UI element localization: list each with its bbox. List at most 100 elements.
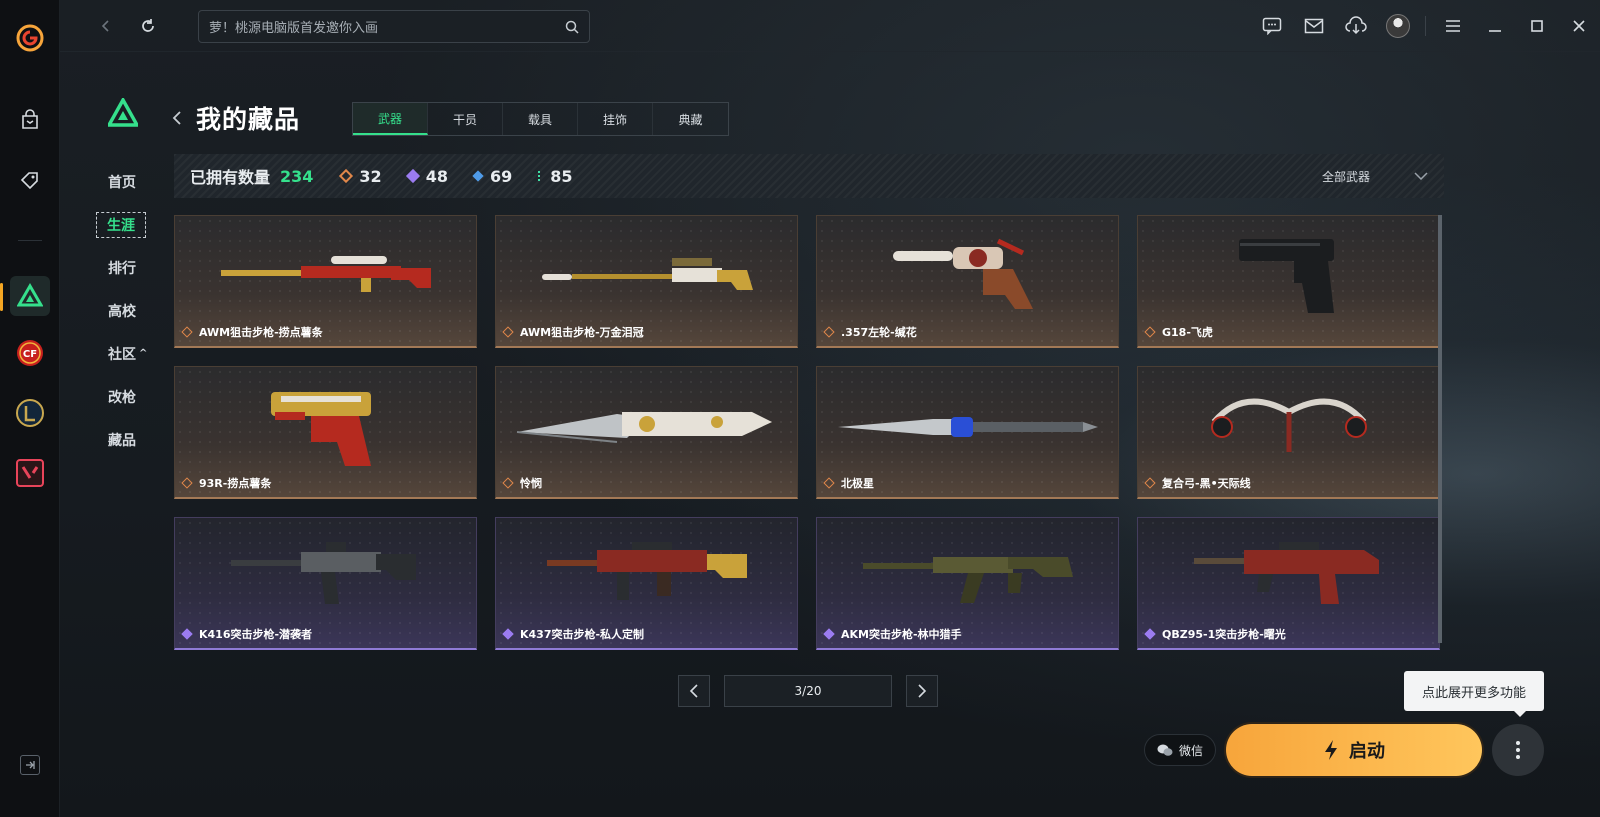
owned-label: 已拥有数量 bbox=[190, 168, 271, 187]
back-icon[interactable] bbox=[94, 14, 118, 38]
close-icon[interactable] bbox=[1558, 0, 1600, 52]
chevron-right-icon bbox=[918, 684, 927, 698]
tag-icon[interactable] bbox=[10, 160, 50, 200]
lightning-icon bbox=[1325, 740, 1337, 760]
item-card[interactable]: 复合弓-黑•天际线 bbox=[1137, 366, 1440, 499]
item-card[interactable]: AKM突击步枪-林中猎手 bbox=[816, 517, 1119, 650]
item-card[interactable]: QBZ95-1突击步枪-曙光 bbox=[1137, 517, 1440, 650]
orange-diamond-icon bbox=[502, 477, 514, 489]
tier-blue-count: 69 bbox=[472, 167, 512, 186]
refresh-icon[interactable] bbox=[136, 14, 160, 38]
item-caption: 怜悯 bbox=[502, 475, 542, 491]
download-icon[interactable] bbox=[1335, 0, 1377, 52]
game-lol-icon[interactable] bbox=[10, 393, 50, 433]
pistol-image bbox=[175, 379, 476, 474]
item-caption: .357左轮-缄花 bbox=[823, 324, 917, 340]
assault-rifle-image bbox=[1138, 530, 1439, 625]
chevron-up-icon: ^ bbox=[139, 348, 148, 359]
subnav-gunsmith[interactable]: 改枪 bbox=[96, 375, 176, 418]
game-delta-force-icon[interactable] bbox=[10, 276, 50, 316]
search-input[interactable]: 萝！桃源电脑版首发邀你入画 bbox=[198, 10, 590, 43]
wechat-button[interactable]: 微信 bbox=[1144, 734, 1216, 766]
chevron-down-icon bbox=[1414, 172, 1428, 180]
owned-count: 234 bbox=[280, 166, 314, 186]
search-placeholder: 萝！桃源电脑版首发邀你入画 bbox=[209, 21, 379, 36]
tab-charms[interactable]: 挂饰 bbox=[578, 103, 653, 135]
orange-diamond-icon bbox=[181, 477, 193, 489]
chat-icon[interactable] bbox=[1251, 0, 1293, 52]
item-card[interactable]: 北极星 bbox=[816, 366, 1119, 499]
filter-label: 全部武器 bbox=[1321, 169, 1370, 184]
item-card[interactable]: 93R-捞点薯条 bbox=[174, 366, 477, 499]
item-card[interactable]: .357左轮-缄花 bbox=[816, 215, 1119, 348]
item-caption: AKM突击步枪-林中猎手 bbox=[823, 626, 962, 642]
assault-rifle-image bbox=[496, 530, 797, 625]
purple-diamond-icon bbox=[823, 628, 835, 640]
dagger-image bbox=[817, 379, 1118, 474]
purple-diamond-icon bbox=[502, 628, 514, 640]
category-tabs: 武器 干员 载具 挂饰 典藏 bbox=[352, 102, 729, 136]
app-logo[interactable] bbox=[14, 22, 46, 54]
orange-diamond-icon bbox=[181, 326, 193, 338]
launch-button[interactable]: 启动 bbox=[1226, 724, 1482, 776]
stats-bar: 已拥有数量 234 32 48 69 85 全部武器 bbox=[174, 154, 1444, 198]
prev-page-button[interactable] bbox=[678, 675, 710, 707]
tab-weapons[interactable]: 武器 bbox=[353, 103, 428, 135]
item-card[interactable]: K437突击步枪-私人定制 bbox=[495, 517, 798, 650]
back-chevron-icon[interactable] bbox=[172, 110, 188, 126]
avatar[interactable] bbox=[1377, 0, 1419, 52]
main-area: 萝！桃源电脑版首发邀你入画 首页 生涯 排行 高校 社区 ^ 改枪 藏品 我的藏… bbox=[60, 0, 1600, 817]
orange-diamond-icon bbox=[1144, 477, 1156, 489]
item-card[interactable]: G18-飞虎 bbox=[1137, 215, 1440, 348]
tier-green-count: 85 bbox=[538, 167, 572, 186]
assault-rifle-image bbox=[175, 530, 476, 625]
top-bar: 萝！桃源电脑版首发邀你入画 bbox=[60, 0, 1600, 52]
mail-icon[interactable] bbox=[1293, 0, 1335, 52]
maximize-icon[interactable] bbox=[1516, 0, 1558, 52]
game-crossfire-icon[interactable]: CF bbox=[10, 333, 50, 373]
grid-scrollbar[interactable] bbox=[1438, 215, 1442, 643]
minimize-icon[interactable] bbox=[1474, 0, 1516, 52]
item-card[interactable]: AWM狙击步枪-万金泪冠 bbox=[495, 215, 798, 348]
item-caption: QBZ95-1突击步枪-曙光 bbox=[1144, 626, 1286, 642]
game-valorant-icon[interactable] bbox=[10, 453, 50, 493]
scrollbar-thumb[interactable] bbox=[1438, 215, 1442, 643]
subnav-career[interactable]: 生涯 bbox=[96, 203, 176, 246]
store-icon[interactable] bbox=[10, 100, 50, 140]
revolver-image bbox=[817, 228, 1118, 323]
item-grid: AWM狙击步枪-捞点薯条 AWM狙击步枪-万金泪冠 .357左轮-缄花 G18-… bbox=[174, 215, 1440, 650]
sniper-rifle-image bbox=[496, 228, 797, 323]
search-icon[interactable] bbox=[565, 20, 579, 34]
pistol-image bbox=[1138, 228, 1439, 323]
knife-image bbox=[496, 379, 797, 474]
wechat-icon bbox=[1157, 744, 1173, 756]
delta-force-logo bbox=[108, 98, 138, 127]
more-options-button[interactable] bbox=[1492, 724, 1544, 776]
collapse-rail-icon[interactable] bbox=[20, 755, 40, 775]
chevron-left-icon bbox=[689, 684, 698, 698]
tier-purple-count: 48 bbox=[405, 167, 448, 186]
item-card[interactable]: K416突击步枪-潜袭者 bbox=[174, 517, 477, 650]
left-rail: CF bbox=[0, 0, 60, 817]
page-indicator[interactable]: 3/20 bbox=[724, 675, 892, 707]
tab-collection[interactable]: 典藏 bbox=[653, 103, 728, 135]
item-card[interactable]: 怜悯 bbox=[495, 366, 798, 499]
next-page-button[interactable] bbox=[906, 675, 938, 707]
purple-diamond-icon bbox=[181, 628, 193, 640]
subnav-home[interactable]: 首页 bbox=[96, 160, 176, 203]
tab-operators[interactable]: 干员 bbox=[428, 103, 503, 135]
orange-diamond-icon bbox=[823, 477, 835, 489]
subnav-ranking[interactable]: 排行 bbox=[96, 246, 176, 289]
item-card[interactable]: AWM狙击步枪-捞点薯条 bbox=[174, 215, 477, 348]
item-caption: K416突击步枪-潜袭者 bbox=[181, 626, 312, 642]
subnav-community[interactable]: 社区 ^ bbox=[96, 332, 176, 375]
window-controls bbox=[1251, 0, 1600, 52]
subnav-collection[interactable]: 藏品 bbox=[96, 418, 176, 461]
subnav-college[interactable]: 高校 bbox=[96, 289, 176, 332]
tab-vehicles[interactable]: 载具 bbox=[503, 103, 578, 135]
menu-icon[interactable] bbox=[1432, 0, 1474, 52]
item-caption: AWM狙击步枪-捞点薯条 bbox=[181, 324, 323, 340]
weapon-filter-dropdown[interactable]: 全部武器 bbox=[1322, 154, 1428, 198]
orange-diamond-icon bbox=[339, 168, 354, 184]
orange-diamond-icon bbox=[502, 326, 514, 338]
